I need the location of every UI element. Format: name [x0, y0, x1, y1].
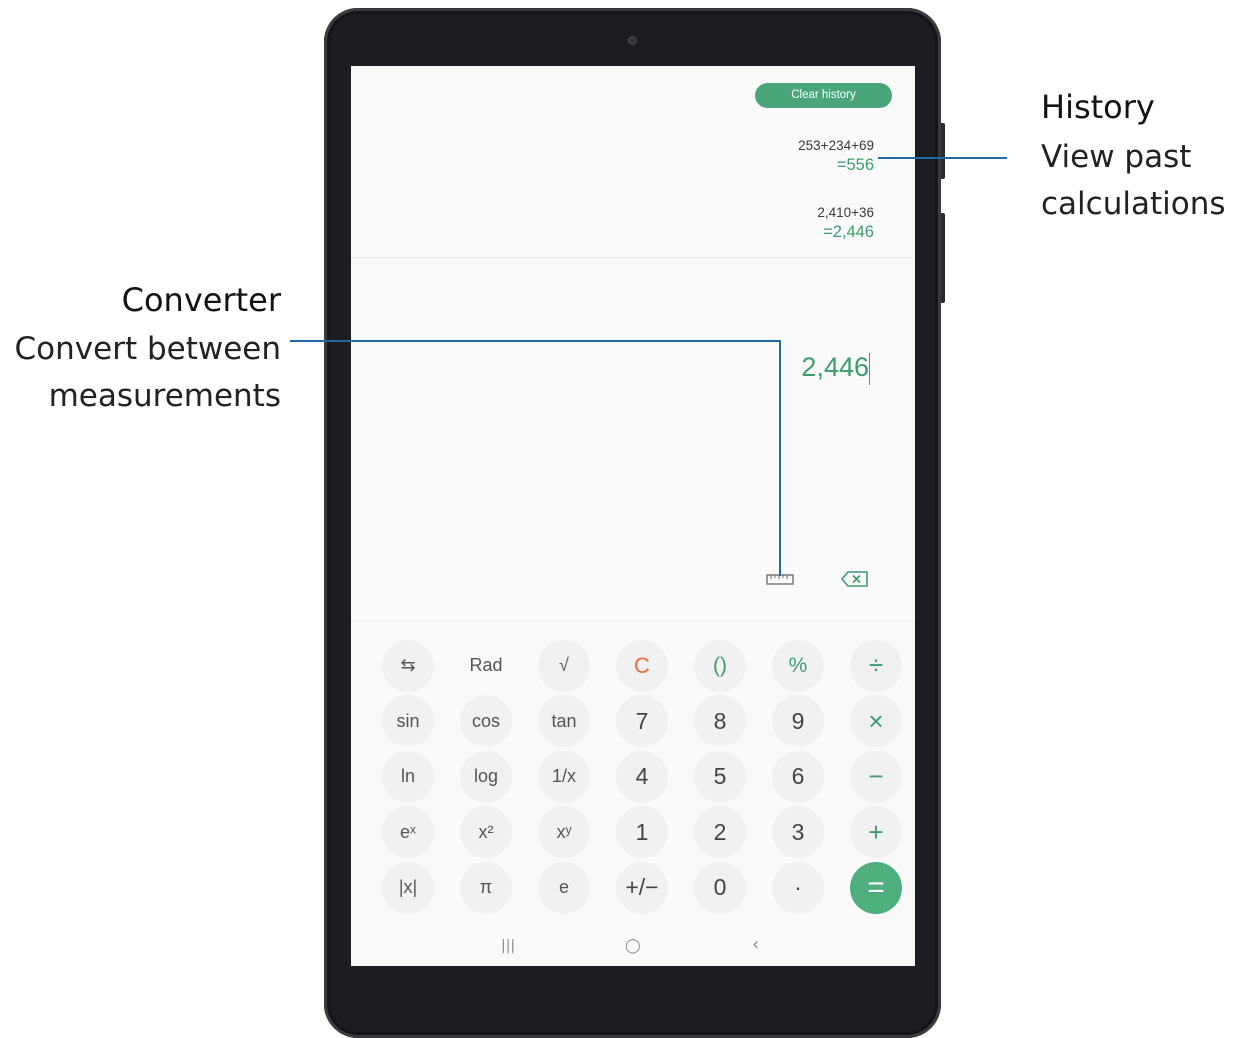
history-callout-line: [878, 157, 1007, 159]
parentheses-key[interactable]: (): [681, 638, 759, 694]
converter-callout-title: Converter: [121, 281, 281, 319]
digit-1-key[interactable]: 1: [603, 805, 681, 861]
history-expression: 2,410+36: [817, 205, 874, 220]
converter-callout-line: [290, 340, 781, 342]
digit-7-key[interactable]: 7: [603, 694, 681, 750]
back-icon[interactable]: ‹: [752, 934, 759, 955]
history-entry[interactable]: 253+234+69 =556: [798, 137, 874, 175]
log-key[interactable]: log: [447, 749, 525, 805]
reciprocal-key[interactable]: 1/x: [525, 749, 603, 805]
history-expression: 253+234+69: [798, 138, 874, 153]
text-cursor: [868, 353, 870, 385]
camera-icon: [628, 36, 637, 45]
history-callout-line1: View past: [1041, 139, 1192, 175]
digit-0-key[interactable]: 0: [681, 860, 759, 916]
digit-4-key[interactable]: 4: [603, 749, 681, 805]
calculator-display[interactable]: 2,446: [801, 352, 869, 383]
digit-6-key[interactable]: 6: [759, 749, 837, 805]
clear-key[interactable]: C: [603, 638, 681, 694]
ln-key[interactable]: ln: [369, 749, 447, 805]
subtract-key[interactable]: −: [837, 749, 915, 805]
divide-key[interactable]: ÷: [837, 638, 915, 694]
digit-2-key[interactable]: 2: [681, 805, 759, 861]
keypad-divider: [351, 621, 915, 622]
recents-icon[interactable]: |||: [501, 938, 515, 954]
swap-key[interactable]: ⇆: [369, 638, 447, 694]
history-callout-title: History: [1041, 88, 1155, 126]
digit-9-key[interactable]: 9: [759, 694, 837, 750]
power-button: [941, 213, 945, 303]
digit-5-key[interactable]: 5: [681, 749, 759, 805]
history-callout-line2: calculations: [1041, 186, 1226, 222]
rad-key[interactable]: Rad: [447, 638, 525, 694]
home-icon[interactable]: ◯: [625, 938, 641, 954]
e-key[interactable]: e: [525, 860, 603, 916]
navigation-bar: ||| ◯ ‹: [351, 934, 915, 964]
cos-key[interactable]: cos: [447, 694, 525, 750]
percent-key[interactable]: %: [759, 638, 837, 694]
sqrt-key[interactable]: √: [525, 638, 603, 694]
equals-key[interactable]: =: [837, 860, 915, 916]
history-result: =556: [836, 156, 874, 174]
digit-3-key[interactable]: 3: [759, 805, 837, 861]
history-divider: [351, 257, 915, 258]
calculator-screen: Clear history 253+234+69 =556 2,410+36 =…: [351, 66, 915, 966]
sin-key[interactable]: sin: [369, 694, 447, 750]
backspace-icon[interactable]: [840, 570, 870, 588]
add-key[interactable]: +: [837, 805, 915, 861]
tan-key[interactable]: tan: [525, 694, 603, 750]
decimal-key[interactable]: ·: [759, 860, 837, 916]
clear-history-button[interactable]: Clear history: [755, 83, 892, 108]
keypad: ⇆ Rad √ C () % ÷ sin cos tan 7 8 9 × ln …: [369, 638, 915, 916]
converter-callout-line2: measurements: [48, 378, 281, 414]
power-key[interactable]: xʸ: [525, 805, 603, 861]
converter-callout-connector: [779, 340, 781, 576]
square-key[interactable]: x²: [447, 805, 525, 861]
abs-key[interactable]: |x|: [369, 860, 447, 916]
converter-callout-line1: Convert between: [14, 331, 281, 367]
multiply-key[interactable]: ×: [837, 694, 915, 750]
history-entry[interactable]: 2,410+36 =2,446: [817, 204, 874, 242]
sign-toggle-key[interactable]: +/−: [603, 860, 681, 916]
digit-8-key[interactable]: 8: [681, 694, 759, 750]
pi-key[interactable]: π: [447, 860, 525, 916]
history-result: =2,446: [823, 223, 874, 241]
volume-button: [941, 123, 945, 179]
exp-key[interactable]: eˣ: [369, 805, 447, 861]
